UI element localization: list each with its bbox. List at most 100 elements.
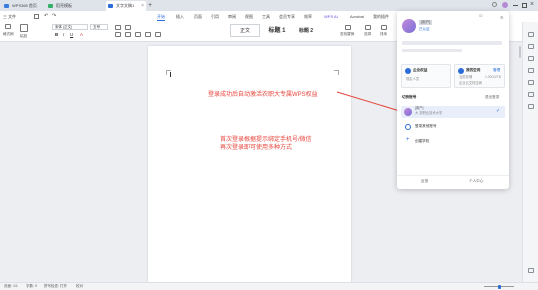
current-account-row[interactable]: [用户] 大 农职业技术大学 ✓ [401, 106, 505, 118]
align-right-icon[interactable] [135, 32, 141, 37]
my-space-card[interactable]: 我的空间 管理 当前存储 1.00G/2TB 企业云文档空间 [454, 64, 505, 88]
menu-page[interactable]: 页面 [194, 11, 202, 22]
maximize-icon[interactable] [522, 3, 527, 8]
line-spacing-icon[interactable] [155, 32, 161, 37]
verified-badge: 已认证 [419, 27, 430, 31]
card-subtitle: 企业云文档空间 [459, 81, 483, 85]
tab-label: 稻壳模板 [56, 3, 72, 8]
margin-mark [334, 70, 339, 75]
diamond-icon [405, 68, 411, 74]
menu-plugins[interactable]: 我的插件 [373, 11, 389, 22]
menu-insert[interactable]: 插入 [176, 11, 184, 22]
manage-link[interactable]: 管理 [493, 68, 500, 73]
annotation-activate-benefits: 登录成功后自动激活农职大专属WPS权益 [208, 92, 318, 98]
menu-review[interactable]: 审阅 [228, 11, 236, 22]
avatar [404, 108, 412, 116]
menu-member[interactable]: 会员专享 [279, 11, 295, 22]
numbered-list-icon[interactable] [125, 25, 131, 30]
menu-home[interactable]: 开始 [157, 11, 165, 22]
document-page[interactable] [148, 46, 351, 284]
skin-icon[interactable] [492, 2, 497, 7]
paste-icon[interactable] [20, 24, 28, 32]
edit-icon[interactable] [528, 56, 534, 61]
tab-document[interactable]: 文字文稿1 × [106, 1, 146, 11]
logout-link[interactable]: 退出登录 [485, 95, 499, 100]
menu-view[interactable]: 视图 [245, 11, 253, 22]
tab-label: 文字文稿1 [116, 3, 135, 8]
bullet-list-icon[interactable] [115, 25, 121, 30]
tab-wps365-home[interactable]: WPS365 首页 [2, 1, 42, 11]
ai-assistant-icon[interactable] [528, 32, 534, 37]
file-menu[interactable]: 三 文件 [3, 11, 16, 22]
find-replace-label: 查找替换 [340, 32, 355, 36]
annotation-next-login: 再次登录即可使用多种方式 [220, 145, 293, 151]
menu-acrobat[interactable]: Acrobat [350, 11, 364, 22]
username: [用户] [419, 20, 433, 25]
create-school-label: 创建学校 [415, 139, 430, 143]
italic-button[interactable]: I [63, 32, 64, 37]
right-side-rail [522, 22, 538, 282]
translate-icon[interactable] [528, 92, 534, 97]
menu-references[interactable]: 引用 [211, 11, 219, 22]
select-icon[interactable] [365, 25, 371, 30]
undo-icon[interactable]: ↶ [44, 11, 48, 22]
annotation-first-login: 首次登录根据提示绑定手机号/微信 [220, 137, 312, 143]
align-left-icon[interactable] [115, 32, 121, 37]
divider [397, 175, 509, 176]
paste-label: 粘贴 [20, 34, 28, 38]
feedback-link[interactable]: 反馈 [421, 179, 428, 184]
bold-button[interactable]: B [55, 32, 58, 37]
create-school-row[interactable]: + 创建学校 [401, 136, 505, 148]
scrollbar-thumb[interactable] [519, 46, 521, 58]
select-label: 选择 [364, 32, 372, 36]
sort-label: 排序 [380, 32, 388, 36]
close-window-icon[interactable]: × [530, 0, 534, 10]
account-org: 大 农职业技术大学 [415, 111, 443, 115]
avatar[interactable] [402, 19, 416, 33]
font-family-select[interactable]: 宋体 (正文) [52, 24, 88, 30]
align-center-icon[interactable] [125, 32, 131, 37]
tab-label: WPS365 首页 [12, 3, 37, 8]
format-painter-icon[interactable] [5, 24, 11, 29]
tab-bar: WPS365 首页 稻壳模板 文字文稿1 × + × [0, 0, 538, 11]
personal-center-link[interactable]: 个人中心 [469, 179, 483, 184]
menu-tools[interactable]: 工具 [262, 11, 270, 22]
outline-icon[interactable] [528, 68, 534, 73]
add-account-row[interactable]: 登录其他账号 [401, 121, 505, 133]
user-id-label: ID [479, 14, 483, 18]
enterprise-benefits-card[interactable]: 企业权益 规定人员 [401, 64, 451, 88]
tab-docer-templates[interactable]: 稻壳模板 [46, 1, 86, 11]
writer-doc-icon [108, 4, 113, 8]
font-size-select[interactable]: 五号 [90, 24, 108, 30]
close-icon[interactable]: × [141, 1, 144, 11]
switch-account-title: 切换账号 [402, 95, 417, 99]
underline-button[interactable]: U [70, 32, 73, 37]
menu-wps-ai[interactable]: WPS AI [324, 11, 338, 22]
style-heading-1[interactable]: 标题 1 [262, 24, 292, 37]
sort-icon[interactable] [381, 25, 387, 30]
minimize-icon[interactable] [513, 5, 518, 6]
menu-efficiency[interactable]: 效率 [304, 11, 312, 22]
card-title: 我的空间 [466, 68, 481, 72]
find-replace-icon[interactable] [345, 25, 351, 30]
save-icon[interactable] [34, 14, 39, 19]
table-icon[interactable] [528, 80, 534, 85]
justify-icon[interactable] [145, 32, 151, 37]
zoom-slider-handle[interactable] [498, 284, 501, 289]
check-icon: ✓ [496, 108, 501, 114]
storage-value: 1.00G/2TB [485, 75, 501, 79]
docer-icon [48, 4, 53, 8]
font-color-button[interactable]: A [80, 32, 83, 37]
settings-icon[interactable]: ⚙ [500, 15, 504, 20]
share-icon[interactable] [528, 104, 534, 109]
card-subtitle: 规定人员 [406, 77, 420, 81]
style-panel-icon[interactable] [528, 44, 534, 49]
card-title: 企业权益 [413, 68, 428, 72]
redo-icon[interactable]: ↷ [52, 11, 56, 22]
new-tab-button[interactable]: + [148, 1, 152, 10]
style-body[interactable]: 正文 [230, 24, 260, 37]
avatar[interactable] [502, 2, 508, 8]
plus-icon: + [406, 137, 410, 143]
more-icon[interactable] [528, 268, 534, 273]
style-heading-2[interactable]: 标题 2 [292, 24, 320, 37]
